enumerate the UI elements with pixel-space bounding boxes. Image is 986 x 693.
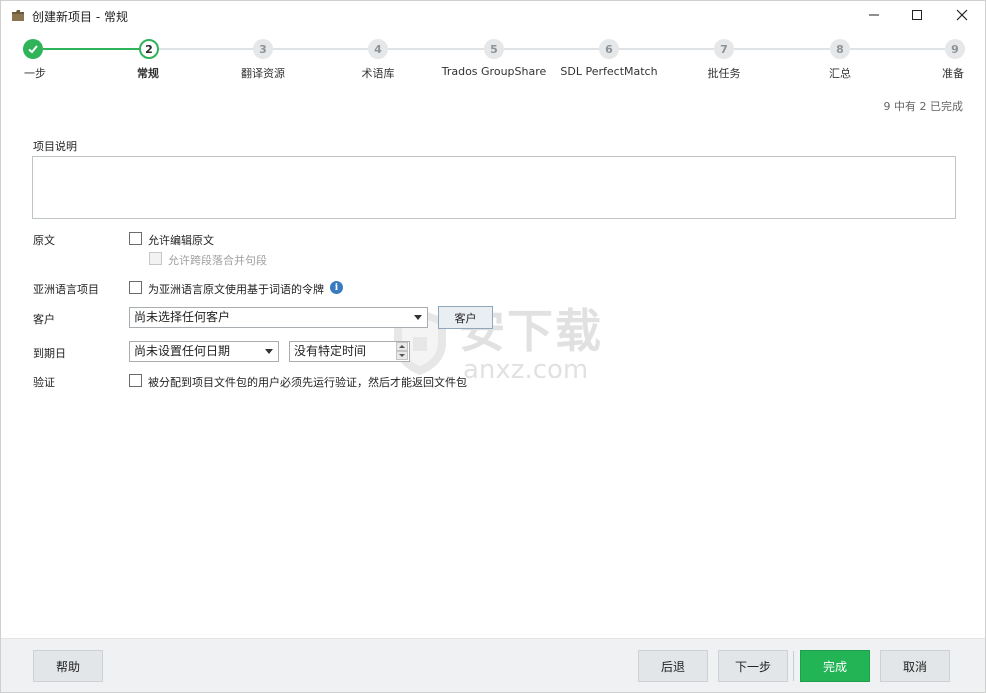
step-8-circle[interactable]: 8 [830,39,850,59]
finish-button[interactable]: 完成 [800,650,870,682]
step-8-label: 汇总 [829,67,851,80]
step-9-circle[interactable]: 9 [945,39,965,59]
minimize-icon [868,9,880,24]
step-connector [159,48,945,50]
title-bar: 创建新项目 - 常规 [1,1,985,31]
close-icon [956,9,968,24]
spin-down-icon[interactable] [396,351,408,360]
step-6-label: SDL PerfectMatch [560,65,658,78]
due-label: 到期日 [33,347,66,360]
wizard-steps: 一步 2 常规 3 翻译资源 4 术语库 5 Trados GroupShare… [1,35,985,85]
step-1-done[interactable] [23,39,43,59]
customer-select-value: 尚未选择任何客户 [134,310,231,324]
step-connector [43,48,139,50]
next-button[interactable]: 下一步 [718,650,788,682]
step-4-label: 术语库 [361,67,395,80]
customer-select[interactable]: 尚未选择任何客户 [129,307,428,328]
step-2-label: 常规 [137,67,159,80]
description-textarea[interactable] [32,156,956,219]
check-icon [28,45,38,54]
step-6-circle[interactable]: 6 [599,39,619,59]
step-9-label: 准备 [942,67,964,80]
description-label: 项目说明 [33,140,77,153]
back-button[interactable]: 后退 [638,650,708,682]
close-button[interactable] [939,1,985,31]
step-4-circle[interactable]: 4 [368,39,388,59]
progress-text: 9 中有 2 已完成 [883,100,964,113]
allow-edit-source-label: 允许编辑原文 [148,234,214,247]
minimize-button[interactable] [851,1,897,31]
create-project-dialog: 创建新项目 - 常规 一步 2 常规 3 翻译资源 4 术语库 5 Trados… [0,0,986,693]
step-3-circle[interactable]: 3 [253,39,273,59]
step-7-label: 批任务 [707,67,741,80]
maximize-button[interactable] [894,1,940,31]
verify-checkbox-label: 被分配到项目文件包的用户必须先运行验证，然后才能返回文件包 [148,376,467,389]
allow-merge-checkbox[interactable] [149,252,162,265]
step-3-label: 翻译资源 [241,67,285,80]
step-2-circle[interactable]: 2 [139,39,159,59]
due-time-field[interactable]: 没有特定时间 [289,341,410,362]
step-5-circle[interactable]: 5 [484,39,504,59]
due-date-select[interactable]: 尚未设置任何日期 [129,341,279,362]
allow-merge-label: 允许跨段落合并句段 [168,254,267,267]
step-1-label: 一步 [24,67,46,80]
help-button[interactable]: 帮助 [33,650,103,682]
folder-icon [11,9,25,22]
verify-checkbox[interactable] [129,374,142,387]
footer-divider [793,651,794,681]
asian-token-checkbox[interactable] [129,281,142,294]
chevron-down-icon [409,308,427,327]
allow-edit-source-checkbox[interactable] [129,232,142,245]
info-icon[interactable]: i [330,281,343,294]
verify-label: 验证 [33,376,55,389]
asian-label: 亚洲语言项目 [33,283,99,296]
step-5-label: Trados GroupShare [441,65,547,78]
customer-button[interactable]: 客户 [438,306,493,329]
customer-label: 客户 [33,313,55,326]
window-title: 创建新项目 - 常规 [32,10,128,24]
due-date-value: 尚未设置任何日期 [134,344,231,358]
asian-token-label: 为亚洲语言原文使用基于词语的令牌 [148,283,324,296]
spin-up-icon[interactable] [396,342,408,351]
time-spinner[interactable] [396,342,408,360]
source-label: 原文 [33,234,55,247]
maximize-icon [911,9,923,24]
watermark-en: anxz.com [463,355,589,385]
chevron-down-icon [260,342,278,361]
cancel-button[interactable]: 取消 [880,650,950,682]
due-time-value: 没有特定时间 [294,344,367,358]
step-7-circle[interactable]: 7 [714,39,734,59]
footer-bar: 帮助 后退 下一步 完成 取消 [1,638,985,692]
